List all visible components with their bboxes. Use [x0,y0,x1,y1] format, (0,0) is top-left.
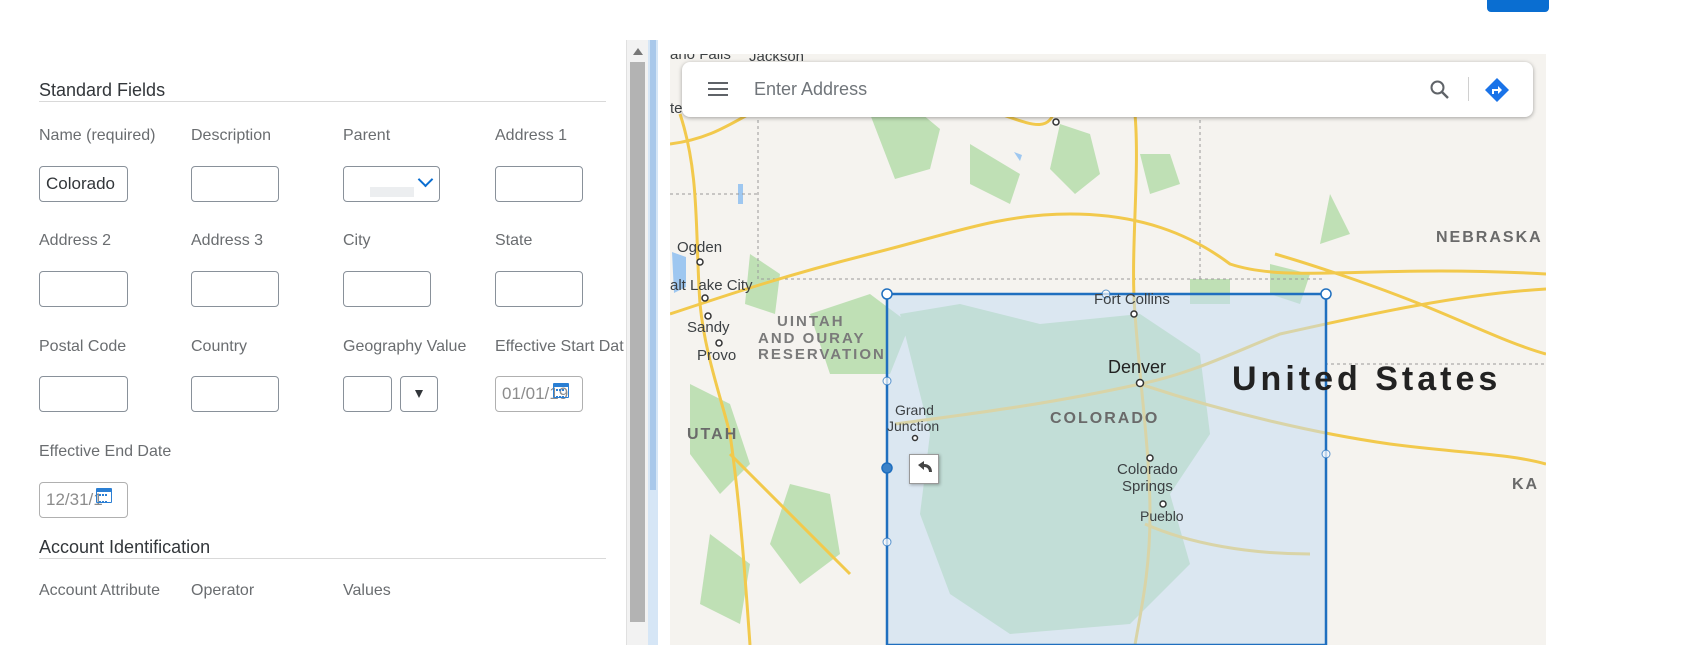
state-input[interactable] [495,271,583,307]
region-nebraska: NEBRASKA [1436,229,1543,246]
region-kansas: KA [1512,476,1540,493]
region-uintah-1: UINTAH [777,313,845,330]
map-label-pueblo: Pueblo [1140,508,1184,524]
effective-end-input[interactable]: 12/31/1 [39,482,128,518]
map-label-denver: Denver [1108,357,1167,377]
region-utah: UTAH [687,426,739,443]
country-input[interactable] [191,376,279,412]
description-label: Description [191,127,272,144]
region-united-states: United States [1232,360,1502,398]
country-label: Country [191,338,248,355]
city-label: City [343,232,371,249]
map-label-colorado-springs-2: Springs [1122,478,1173,495]
map-search-bar: Enter Address [682,62,1533,117]
top-action-button[interactable] [1487,0,1549,12]
geography-value-input[interactable] [343,376,392,412]
calendar-icon[interactable] [96,488,112,503]
map-label-fort-collins: Fort Collins [1094,291,1170,308]
postal-code-input[interactable] [39,376,128,412]
city-input[interactable] [343,271,431,307]
directions-icon[interactable] [1483,76,1511,104]
undo-button[interactable] [909,454,939,484]
standard-fields-title: Standard Fields [39,80,166,100]
account-identification-title: Account Identification [39,537,211,557]
postal-code-label: Postal Code [39,338,127,355]
map-label-provo: Provo [697,347,737,364]
parent-label: Parent [343,127,391,144]
scroll-up-icon[interactable] [633,48,643,55]
geography-value-label: Geography Value [343,338,467,355]
account-attribute-column: Account Attribute [39,582,160,599]
name-label: Name (required) [39,127,156,144]
map-view[interactable]: aho Falls Jackson te Ogden alt Lake City… [670,54,1546,645]
address3-input[interactable] [191,271,279,307]
address1-input[interactable] [495,166,583,202]
state-label: State [495,232,533,249]
calendar-icon[interactable] [553,383,569,398]
section-divider [39,101,606,102]
operator-column: Operator [191,582,255,599]
map-label-grand: Grand [895,402,934,418]
address2-label: Address 2 [39,232,112,249]
effective-start-label: Effective Start Dat [495,338,624,355]
region-colorado: COLORADO [1050,410,1160,427]
map-label-edge: te [670,100,683,117]
name-input[interactable]: Colorado [39,166,128,202]
map-label-ogden: Ogden [677,239,723,256]
map-label-colorado-springs-1: Colorado [1117,461,1178,478]
selection-rectangle [881,288,1332,645]
values-column: Values [343,582,391,599]
parent-select-value [370,187,414,197]
map-label-sandy: Sandy [687,319,730,336]
map-label-junction: Junction [887,418,940,434]
water-bodies [672,152,1022,293]
form-scrollbar[interactable] [626,40,649,645]
address-search-input[interactable]: Enter Address [754,79,867,100]
address3-label: Address 3 [191,232,264,249]
address2-input[interactable] [39,271,128,307]
chevron-down-icon [417,171,434,188]
search-icon[interactable] [1428,78,1452,102]
menu-icon[interactable] [708,82,728,96]
dropdown-arrow-icon [415,390,423,398]
search-separator [1468,77,1469,101]
pane-splitter[interactable] [648,40,658,645]
effective-start-input[interactable]: 01/01/19 [495,376,583,412]
geography-value-select[interactable] [400,376,438,412]
scrollbar-thumb[interactable] [630,62,645,622]
address1-label: Address 1 [495,127,568,144]
parent-select[interactable] [343,166,440,202]
region-uintah-2: AND OURAY [758,330,866,347]
map-label-salt-lake-city: alt Lake City [670,277,753,294]
description-input[interactable] [191,166,279,202]
region-uintah-3: RESERVATION [758,346,886,363]
effective-end-label: Effective End Date [39,443,172,460]
section-divider [39,558,606,559]
undo-icon [918,461,932,472]
standard-fields-form: Standard Fields Name (required) Colorado… [0,0,626,645]
